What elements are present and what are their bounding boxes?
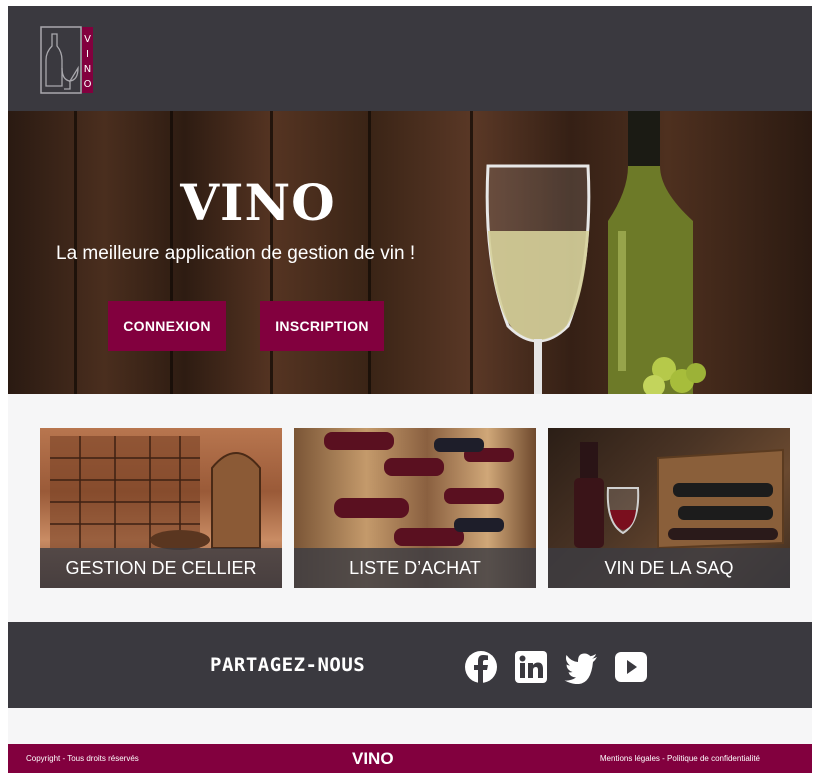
hero-title: VINO — [180, 173, 336, 232]
card-saq-wines[interactable]: VIN DE LA SAQ — [548, 428, 790, 588]
login-button[interactable]: CONNEXION — [108, 301, 226, 351]
hero-banner: VINO La meilleure application de gestion… — [8, 111, 812, 394]
header: V I N O — [8, 6, 812, 111]
card-label: VIN DE LA SAQ — [548, 548, 790, 588]
footer: Copyright - Tous droits réservés VINO Me… — [8, 744, 812, 773]
facebook-icon[interactable] — [464, 650, 498, 684]
share-title: PARTAGEZ-NOUS — [210, 654, 366, 676]
svg-text:O: O — [84, 79, 92, 90]
footer-brand: VINO — [352, 749, 394, 768]
copyright-text: Copyright - Tous droits réservés — [26, 754, 139, 763]
youtube-icon[interactable] — [614, 650, 648, 684]
twitter-icon[interactable] — [564, 650, 598, 684]
card-label: LISTE D’ACHAT — [294, 548, 536, 588]
linkedin-icon[interactable] — [514, 650, 548, 684]
svg-text:I: I — [86, 49, 89, 60]
legal-links[interactable]: Mentions légales - Politique de confiden… — [600, 744, 760, 773]
hero-subtitle: La meilleure application de gestion de v… — [56, 243, 416, 264]
share-section: PARTAGEZ-NOUS — [8, 622, 812, 708]
svg-text:V: V — [84, 34, 91, 45]
card-shopping-list[interactable]: LISTE D’ACHAT — [294, 428, 536, 588]
vino-logo[interactable]: V I N O — [40, 26, 94, 94]
signup-button[interactable]: INSCRIPTION — [260, 301, 384, 351]
wine-glass-and-bottle-image — [485, 111, 706, 394]
svg-text:N: N — [84, 64, 91, 75]
card-cellar-management[interactable]: GESTION DE CELLIER — [40, 428, 282, 588]
page: V I N O VINO La meilleure application de… — [8, 6, 812, 773]
card-label: GESTION DE CELLIER — [40, 548, 282, 588]
